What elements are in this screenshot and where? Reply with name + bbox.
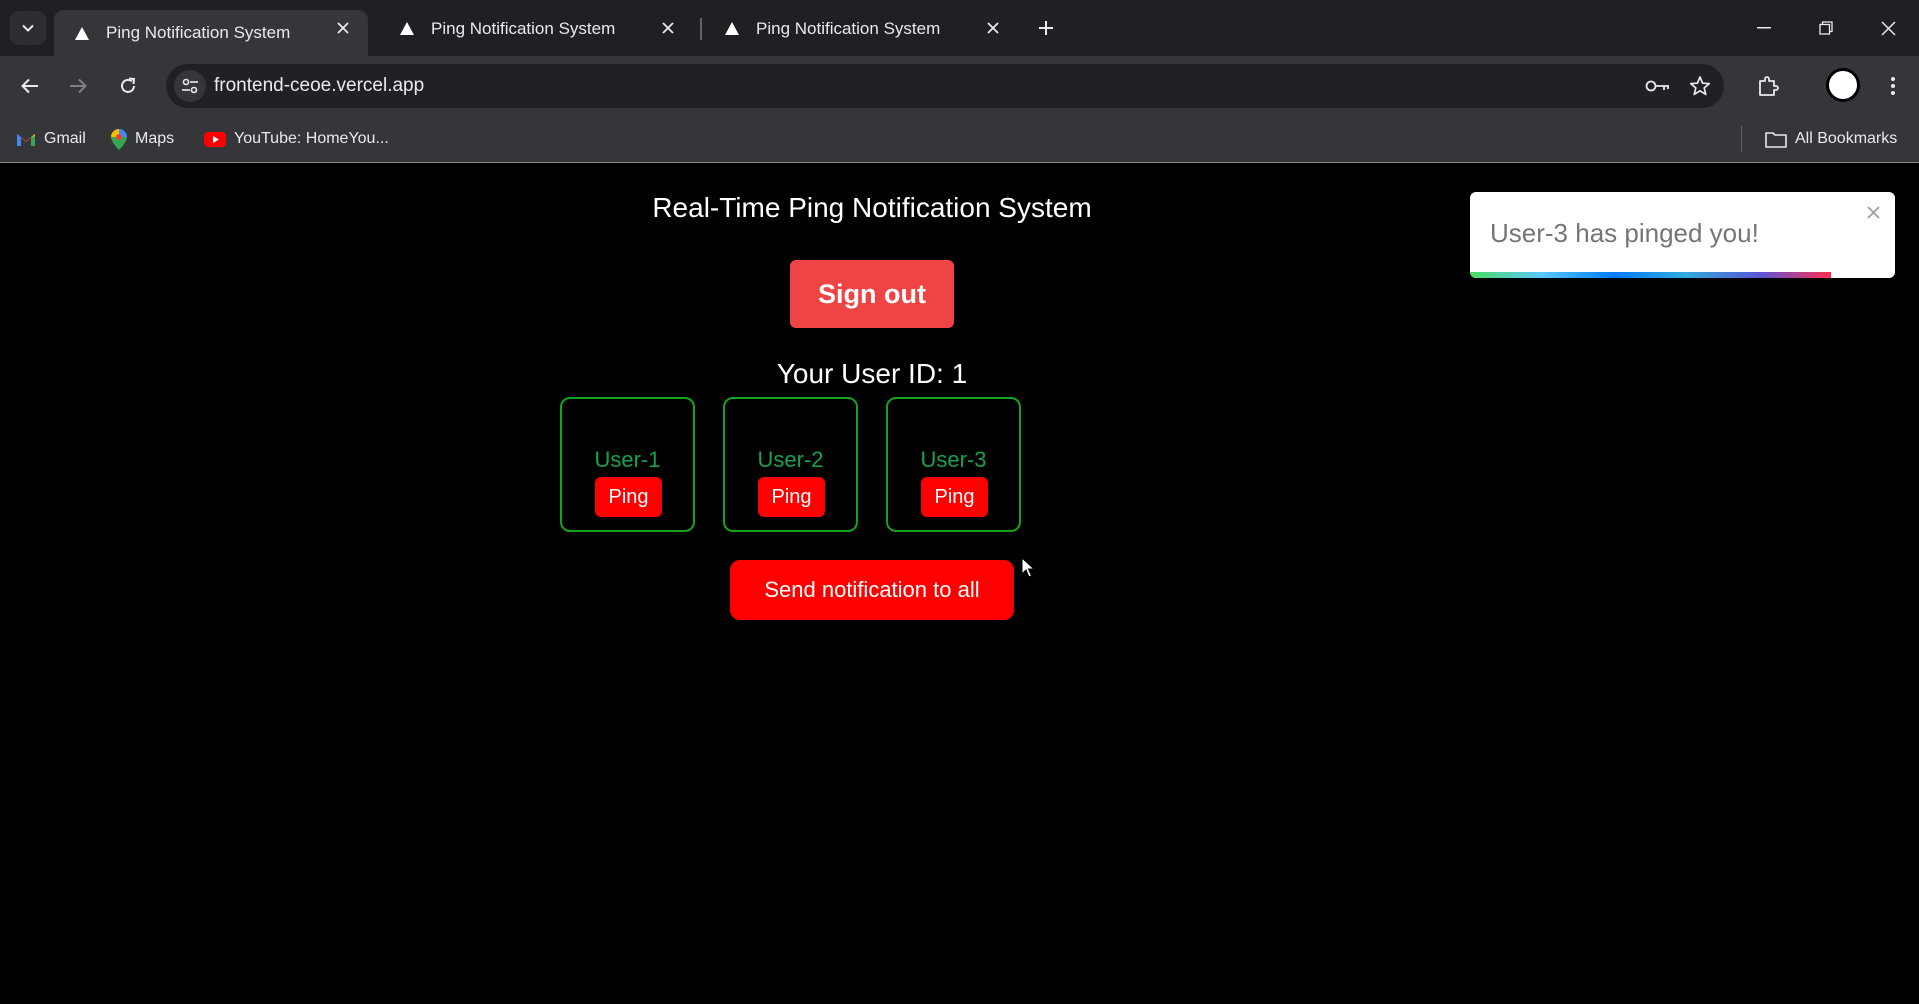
bookmark-star-button[interactable] <box>1686 72 1714 100</box>
user-card: User-3 Ping <box>886 397 1021 532</box>
tab-search-button[interactable] <box>10 11 46 45</box>
password-key-button[interactable] <box>1644 72 1672 100</box>
user-card: User-1 Ping <box>560 397 695 532</box>
arrow-left-icon <box>21 78 38 94</box>
ping-user-1-button[interactable]: Ping <box>595 477 662 517</box>
back-button[interactable] <box>14 70 46 102</box>
bookmark-label: Gmail <box>44 130 86 147</box>
send-notification-to-all-button[interactable]: Send notification to all <box>730 560 1014 620</box>
key-icon <box>1645 80 1669 92</box>
tab-2[interactable]: Ping Notification System <box>379 10 693 47</box>
reload-icon <box>121 77 136 93</box>
chevron-down-icon <box>22 24 34 32</box>
bookmarks-separator <box>1741 126 1742 152</box>
toast-progress-bar <box>1470 272 1832 278</box>
toast-notification[interactable]: User-3 has pinged you! <box>1470 192 1895 278</box>
user-name: User-2 <box>757 447 824 472</box>
folder-icon <box>1765 131 1787 148</box>
arrow-right-icon <box>70 78 87 94</box>
minimize-icon <box>1757 27 1771 29</box>
all-bookmarks-button[interactable]: All Bookmarks <box>1765 126 1897 152</box>
gmail-icon <box>17 133 35 146</box>
user-id-label: Your User ID: 1 <box>776 358 968 389</box>
site-info-button[interactable] <box>174 70 206 102</box>
new-tab-button[interactable] <box>1031 13 1061 43</box>
close-icon <box>1880 20 1896 36</box>
ping-user-3-button[interactable]: Ping <box>921 477 988 517</box>
user-card: User-2 Ping <box>723 397 858 532</box>
close-window-button[interactable] <box>1857 0 1919 56</box>
sign-out-button[interactable]: Sign out <box>790 260 954 328</box>
restore-icon <box>1819 21 1833 35</box>
vercel-favicon-icon <box>72 23 92 43</box>
mouse-cursor-icon <box>1021 557 1035 578</box>
restore-button[interactable] <box>1795 0 1857 56</box>
tab-separator <box>700 18 702 40</box>
ping-user-2-button[interactable]: Ping <box>758 477 825 517</box>
browser-toolbar: frontend-ceoe.vercel.app <box>0 56 1919 114</box>
extensions-button[interactable] <box>1752 70 1784 102</box>
bookmarks-bar: Gmail Maps YouTube: HomeYou... All Bookm… <box>0 114 1919 163</box>
toast-message: User-3 has pinged you! <box>1490 218 1759 248</box>
close-icon <box>1866 205 1880 219</box>
tab-strip: Ping Notification System Ping Notificati… <box>0 0 1919 56</box>
close-tab-icon[interactable] <box>657 17 679 39</box>
puzzle-icon <box>1759 76 1779 96</box>
url-text: frontend-ceoe.vercel.app <box>214 75 425 96</box>
profile-avatar[interactable] <box>1826 68 1860 102</box>
tune-icon <box>182 78 198 94</box>
tab-title: Ping Notification System <box>756 18 941 38</box>
user-name: User-1 <box>594 447 661 472</box>
page-content: Real-Time Ping Notification System Sign … <box>0 164 1919 1004</box>
all-bookmarks-label: All Bookmarks <box>1795 130 1898 147</box>
plus-icon <box>1039 21 1053 35</box>
bookmark-youtube[interactable]: YouTube: HomeYou... <box>204 126 389 152</box>
close-tab-icon[interactable] <box>982 17 1004 39</box>
more-vert-icon <box>1891 77 1895 95</box>
tab-title: Ping Notification System <box>431 18 616 38</box>
bookmark-label: YouTube: HomeYou... <box>234 130 389 147</box>
tab-1[interactable]: Ping Notification System <box>54 10 368 56</box>
user-name: User-3 <box>920 447 987 472</box>
youtube-icon <box>204 131 226 147</box>
bookmark-maps[interactable]: Maps <box>111 126 174 152</box>
tab-3[interactable]: Ping Notification System <box>704 10 1018 47</box>
bookmark-label: Maps <box>135 130 175 147</box>
vercel-favicon-icon <box>397 19 417 39</box>
tab-title: Ping Notification System <box>106 23 291 42</box>
reload-button[interactable] <box>112 70 144 102</box>
forward-button[interactable] <box>62 70 94 102</box>
toast-close-button[interactable] <box>1863 202 1883 222</box>
star-icon <box>1689 76 1711 96</box>
address-bar[interactable]: frontend-ceoe.vercel.app <box>166 64 1724 108</box>
bookmark-gmail[interactable]: Gmail <box>16 126 86 152</box>
maps-icon <box>111 128 127 150</box>
close-tab-icon[interactable] <box>332 17 354 39</box>
minimize-button[interactable] <box>1733 0 1795 56</box>
vercel-favicon-icon <box>722 19 742 39</box>
browser-menu-button[interactable] <box>1877 70 1909 102</box>
